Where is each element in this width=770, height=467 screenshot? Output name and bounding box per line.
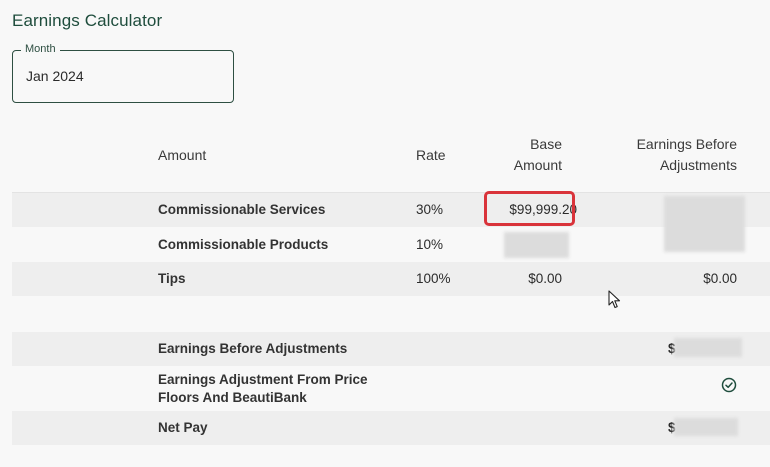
summary-label: Earnings Before Adjustments [158,341,348,356]
row-label: Commissionable Services [158,202,326,217]
summary-label-line2: Floors And BeautiBank [158,390,307,405]
summary-row: Earnings Adjustment From Price Floors An… [12,366,770,411]
page-title: Earnings Calculator [12,11,163,30]
summary-label: Net Pay [158,420,208,435]
check-circle-icon[interactable] [721,377,737,393]
redacted-summary-value [674,338,742,357]
summary-label: Earnings Adjustment From Price Floors An… [158,371,368,407]
month-select[interactable]: Month Jan 2024 [12,43,234,103]
summary-row: Net Pay $ [12,411,770,445]
table-row: Commissionable Services 30% $99,999.20 [12,193,770,227]
summary-label-line1: Earnings Adjustment From Price [158,372,368,387]
header-rate: Rate [416,147,446,163]
highlight-annotation [484,191,575,226]
redacted-net-pay-value [674,418,738,436]
redacted-earnings-value [664,196,745,252]
summary-row: Earnings Before Adjustments $ [12,332,770,366]
header-earnings-line1: Earnings Before [636,136,737,152]
header-base-amount-line1: Base [530,136,562,152]
row-earnings: $0.00 [703,271,737,286]
table-row: Tips 100% $0.00 $0.00 [12,262,770,296]
row-label: Tips [158,271,186,286]
row-rate: 10% [416,237,444,252]
mouse-cursor-icon [608,290,621,309]
header-base-amount-line2: Amount [513,157,562,173]
header-earnings-before-adjustments: Earnings Before Adjustments [600,134,737,176]
table-row: Commissionable Products 10% [12,227,770,262]
header-amount: Amount [158,147,207,163]
month-legend: Month [21,43,60,55]
row-rate: 30% [416,202,444,217]
header-earnings-line2: Adjustments [659,157,737,173]
row-rate: 100% [416,271,451,286]
month-value: Jan 2024 [26,68,84,84]
row-label: Commissionable Products [158,237,329,252]
redacted-base-amount-value [504,232,569,258]
header-base-amount: Base Amount [470,134,562,176]
row-base-amount: $0.00 [528,271,562,286]
